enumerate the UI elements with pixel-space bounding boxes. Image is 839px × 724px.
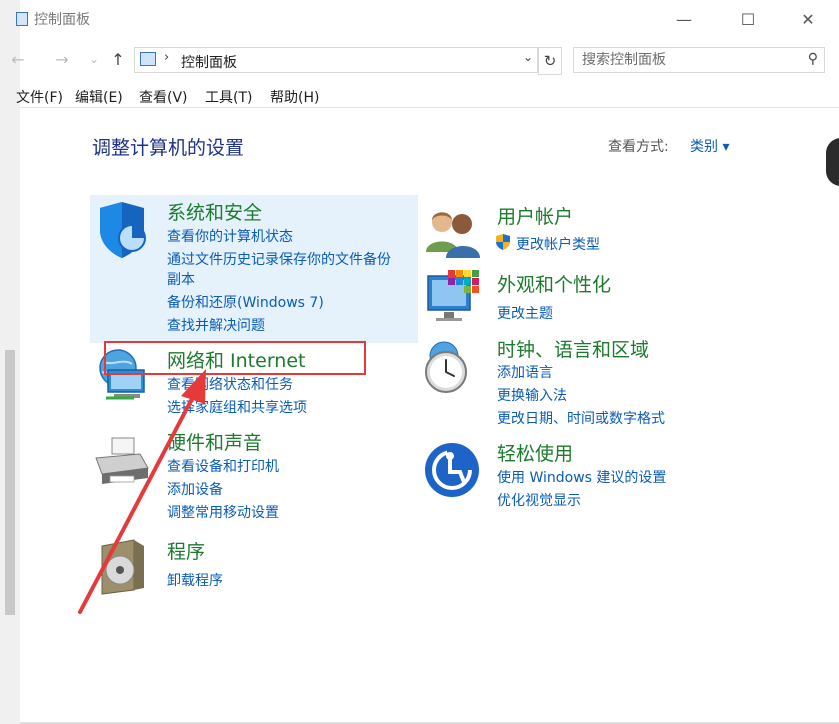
recent-locations-button[interactable]: ⌄	[84, 48, 104, 70]
category-hardware-sound[interactable]: 硬件和声音	[167, 428, 262, 455]
left-window-edge	[0, 0, 21, 724]
link-file-history-backup-cont[interactable]: 副本	[167, 269, 195, 289]
control-panel-icon	[16, 12, 28, 26]
link-change-account-type[interactable]: 更改帐户类型	[516, 234, 600, 254]
forward-button[interactable]: →	[52, 48, 72, 70]
menu-view[interactable]: 查看(V)	[139, 87, 188, 107]
annotation-highlight-box	[104, 341, 366, 375]
scrollbar-thumb[interactable]	[5, 350, 15, 615]
link-change-theme[interactable]: 更改主题	[497, 303, 553, 323]
category-system-security[interactable]: 系统和安全	[167, 198, 262, 225]
users-icon[interactable]	[424, 202, 484, 262]
address-dropdown-icon[interactable]: ⌄	[523, 50, 533, 64]
address-bar[interactable]: › 控制面板 ⌄	[134, 47, 538, 73]
link-homegroup-sharing[interactable]: 选择家庭组和共享选项	[167, 397, 307, 417]
control-panel-icon	[140, 52, 156, 66]
floating-side-button[interactable]	[826, 138, 839, 186]
link-change-date-time-format[interactable]: 更改日期、时间或数字格式	[497, 408, 665, 428]
close-button[interactable]: ✕	[788, 6, 828, 32]
view-by-label: 查看方式:	[608, 139, 669, 155]
clock-icon[interactable]	[422, 338, 482, 398]
link-uninstall-program[interactable]: 卸载程序	[167, 570, 223, 590]
menu-bar: 文件(F) 编辑(E) 查看(V) 工具(T) 帮助(H)	[16, 85, 839, 108]
category-appearance-personalization[interactable]: 外观和个性化	[497, 270, 611, 297]
program-disc-icon[interactable]	[94, 536, 154, 596]
breadcrumb-control-panel[interactable]: 控制面板	[181, 52, 237, 72]
ease-of-access-icon[interactable]	[424, 440, 484, 500]
title-bar: 控制面板 — ☐ ✕	[16, 0, 839, 38]
view-by-dropdown[interactable]: 类别 ▾	[690, 136, 729, 156]
link-network-status[interactable]: 查看网络状态和任务	[167, 374, 293, 394]
link-change-input-method[interactable]: 更换输入法	[497, 385, 567, 405]
search-box[interactable]: ⚲	[573, 47, 825, 73]
category-programs[interactable]: 程序	[167, 537, 205, 564]
link-add-device[interactable]: 添加设备	[167, 479, 223, 499]
monitor-palette-icon[interactable]	[424, 266, 484, 326]
minimize-button[interactable]: —	[664, 6, 704, 32]
uac-shield-icon	[496, 234, 510, 250]
back-button[interactable]: ←	[8, 48, 28, 70]
breadcrumb-chevron-icon[interactable]: ›	[164, 50, 169, 65]
category-clock-language-region[interactable]: 时钟、语言和区域	[497, 335, 649, 362]
window-title: 控制面板	[34, 12, 90, 28]
link-backup-restore[interactable]: 备份和还原(Windows 7)	[167, 292, 324, 312]
menu-edit[interactable]: 编辑(E)	[75, 87, 123, 107]
menu-file[interactable]: 文件(F)	[16, 87, 63, 107]
maximize-button[interactable]: ☐	[728, 6, 768, 32]
search-input[interactable]	[580, 51, 794, 69]
link-view-computer-status[interactable]: 查看你的计算机状态	[167, 226, 293, 246]
link-mobility-settings[interactable]: 调整常用移动设置	[167, 502, 279, 522]
link-devices-printers[interactable]: 查看设备和打印机	[167, 456, 279, 476]
category-user-accounts[interactable]: 用户帐户	[497, 202, 573, 229]
shield-icon[interactable]	[94, 200, 154, 260]
category-ease-of-access[interactable]: 轻松使用	[497, 439, 573, 466]
menu-tools[interactable]: 工具(T)	[205, 87, 252, 107]
link-recommended-settings[interactable]: 使用 Windows 建议的设置	[497, 467, 666, 487]
control-panel-window: 控制面板 — ☐ ✕ ← → ⌄ ↑ › 控制面板 ⌄ ↻ ⚲ 文件(F) 编辑…	[11, 0, 839, 724]
navigation-bar: ← → ⌄ ↑ › 控制面板 ⌄ ↻ ⚲	[11, 44, 839, 76]
menu-help[interactable]: 帮助(H)	[270, 87, 319, 107]
refresh-button[interactable]: ↻	[538, 47, 562, 75]
up-button[interactable]: ↑	[108, 48, 128, 70]
link-optimize-visual-display[interactable]: 优化视觉显示	[497, 490, 581, 510]
link-file-history-backup[interactable]: 通过文件历史记录保存你的文件备份	[167, 249, 391, 269]
search-icon[interactable]: ⚲	[808, 51, 818, 67]
link-add-language[interactable]: 添加语言	[497, 362, 553, 382]
link-troubleshoot[interactable]: 查找并解决问题	[167, 315, 265, 335]
page-heading: 调整计算机的设置	[92, 137, 245, 159]
printer-icon[interactable]	[92, 432, 152, 492]
